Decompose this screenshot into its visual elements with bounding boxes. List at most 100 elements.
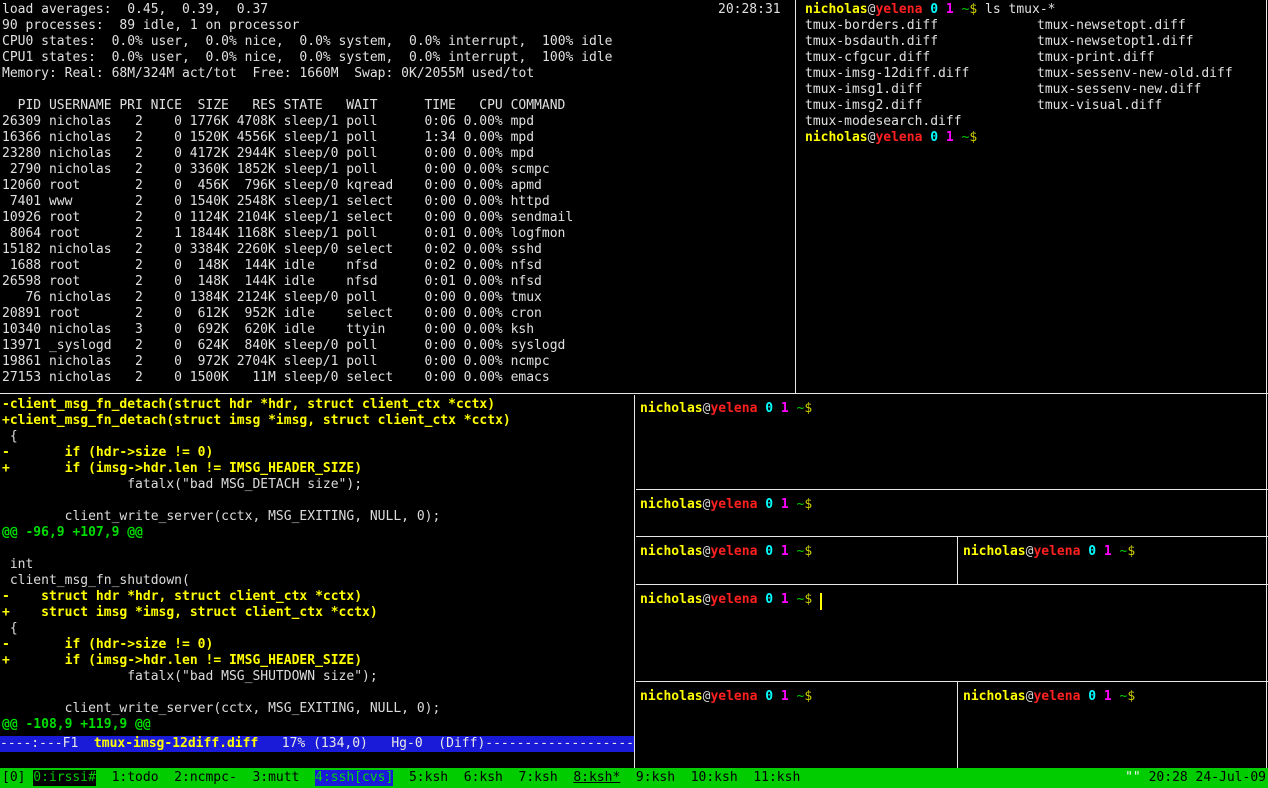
status-window-item[interactable]: 11:ksh [753, 770, 800, 786]
file-list-row: tmux-imsg2.difftmux-visual.diff [805, 98, 1263, 114]
cell-size: 1540K [190, 194, 229, 210]
cell-pid: 26598 [2, 274, 41, 290]
text-cursor[interactable] [820, 593, 822, 610]
cell-size: 3360K [190, 162, 229, 178]
process-table-row: 26309 nicholas 2 0 1776K 4708K sleep/1 p… [2, 114, 792, 130]
status-window-item[interactable]: 2:ncmpc- [174, 770, 237, 786]
cell-time: 0:00 [401, 210, 456, 226]
cell-pid: 27153 [2, 370, 41, 386]
pane-shell-d[interactable]: nicholas@yelena 0 1 ~$ [963, 540, 1262, 586]
status-window-item[interactable]: 4:ssh[cvs] [315, 770, 393, 786]
file-list-row: tmux-bsdauth.difftmux-newsetopt1.diff [805, 34, 1263, 50]
process-table-row: 10340 nicholas 3 0 692K 620K idle ttyin … [2, 322, 792, 338]
load-averages-text: load averages: 0.45, 0.39, 0.37 [2, 2, 268, 17]
file-name: tmux-sessenv-new.diff [1037, 82, 1201, 97]
status-window-item[interactable]: 0:irssi# [33, 770, 96, 786]
status-window-item[interactable]: 9:ksh [636, 770, 675, 786]
cell-res: 2704K [237, 354, 276, 370]
cell-res: 2124K [237, 290, 276, 306]
diff-context-line: client_write_server(cctx, MSG_EXITING, N… [2, 509, 632, 525]
cell-nice: 0 [151, 194, 182, 210]
cell-size: 612K [190, 306, 229, 322]
clock: 20:28:31 [718, 2, 781, 18]
pane-shell-ls[interactable]: nicholas@yelena 0 1 ~$ ls tmux-* tmux-bo… [805, 2, 1263, 391]
cell-username: nicholas [49, 322, 112, 338]
status-window-item[interactable]: 6:ksh [464, 770, 503, 786]
diff-context-line: fatalx("bad MSG_DETACH size"); [2, 477, 632, 493]
cell-time: 0:00 [401, 146, 456, 162]
pane-shell-g[interactable]: nicholas@yelena 0 1 ~$ [963, 685, 1262, 769]
cell-pri: 2 [119, 194, 142, 210]
process-table-row: 20891 root 2 0 612K 952K idle select 0:0… [2, 306, 792, 322]
status-window-item[interactable]: 8:ksh* [573, 770, 620, 786]
prompt-window-num: 1 [938, 130, 954, 145]
cell-state: sleep/1 [284, 162, 347, 178]
prompt-session-num: 0 [1080, 689, 1096, 704]
prompt-window-num: 1 [773, 689, 789, 704]
pane-shell-a[interactable]: nicholas@yelena 0 1 ~$ [640, 397, 1260, 491]
file-name: tmux-newsetopt1.diff [1037, 34, 1194, 49]
pane-shell-active[interactable]: nicholas@yelena 0 1 ~$ [640, 588, 1260, 683]
status-window-item[interactable]: 3:mutt [252, 770, 299, 786]
cell-command: mpd [511, 130, 534, 146]
cell-state: sleep/0 [284, 290, 347, 306]
process-table-row: 27153 nicholas 2 0 1500K 11M sleep/0 sel… [2, 370, 792, 386]
cell-nice: 0 [151, 290, 182, 306]
prompt-cwd: ~ [789, 544, 805, 559]
diff-removed-line: - if (hdr->size != 0) [2, 445, 632, 461]
status-window-item[interactable]: 7:ksh [519, 770, 558, 786]
prompt-window-num: 1 [1096, 544, 1112, 559]
prompt-user: nicholas [963, 689, 1026, 704]
header-cpu: CPU [456, 98, 503, 114]
cell-time: 0:02 [401, 242, 456, 258]
prompt-host: yelena [1033, 544, 1080, 559]
cell-pri: 2 [119, 242, 142, 258]
prompt-host: yelena [875, 2, 922, 17]
cell-pri: 2 [119, 130, 142, 146]
cell-size: 148K [190, 258, 229, 274]
cell-nice: 0 [151, 178, 182, 194]
pane-shell-f[interactable]: nicholas@yelena 0 1 ~$ [640, 685, 952, 769]
cell-command: emacs [511, 370, 550, 386]
status-pane-title: "" [1125, 770, 1141, 785]
pane-shell-b[interactable]: nicholas@yelena 0 1 ~$ [640, 493, 1260, 538]
cell-nice: 0 [151, 258, 182, 274]
prompt-dollar: $ [804, 401, 812, 416]
cell-res: 144K [237, 274, 276, 290]
pane-process-monitor[interactable]: load averages: 0.45, 0.39, 0.3720:28:31 … [2, 2, 792, 391]
top-processes-line: 90 processes: 89 idle, 1 on processor [2, 18, 792, 34]
diff-blank-line [2, 541, 632, 557]
cell-time: 0:00 [401, 370, 456, 386]
cell-res: 1852K [237, 162, 276, 178]
cell-state: idle [284, 274, 347, 290]
prompt-cwd: ~ [789, 689, 805, 704]
cell-cpu: 0.00% [456, 354, 503, 370]
prompt-window-num: 1 [1096, 689, 1112, 704]
cell-state: sleep/1 [284, 210, 347, 226]
prompt-user: nicholas [640, 689, 703, 704]
status-window-item[interactable]: 5:ksh [409, 770, 448, 786]
prompt-window-num: 1 [773, 544, 789, 559]
status-window-item[interactable]: 1:todo [112, 770, 159, 786]
pane-emacs-diff[interactable]: -client_msg_fn_detach(struct hdr *hdr, s… [2, 397, 632, 735]
prompt-cwd: ~ [789, 592, 805, 607]
pane-border-horizontal-2 [636, 536, 1268, 537]
cell-cpu: 0.00% [456, 194, 503, 210]
prompt-cwd: ~ [1112, 544, 1128, 559]
cell-wait: select [346, 210, 401, 226]
cell-size: 1500K [190, 370, 229, 386]
cell-cpu: 0.00% [456, 210, 503, 226]
pane-border-horizontal-main [0, 393, 1268, 394]
diff-context-line: client_msg_fn_shutdown( [2, 573, 632, 589]
status-window-item[interactable]: 10:ksh [691, 770, 738, 786]
pane-shell-c[interactable]: nicholas@yelena 0 1 ~$ [640, 540, 952, 586]
cell-nice: 0 [151, 162, 182, 178]
cell-time: 0:01 [401, 274, 456, 290]
cell-res: 4556K [237, 130, 276, 146]
cell-cpu: 0.00% [456, 114, 503, 130]
cell-command: scmpc [511, 162, 550, 178]
shell-prompt: nicholas@yelena 0 1 ~$ [640, 544, 952, 560]
modeline-fill: ----------------------------------------… [485, 736, 634, 751]
cell-wait: select [346, 306, 401, 322]
prompt-window-num: 1 [773, 497, 789, 512]
